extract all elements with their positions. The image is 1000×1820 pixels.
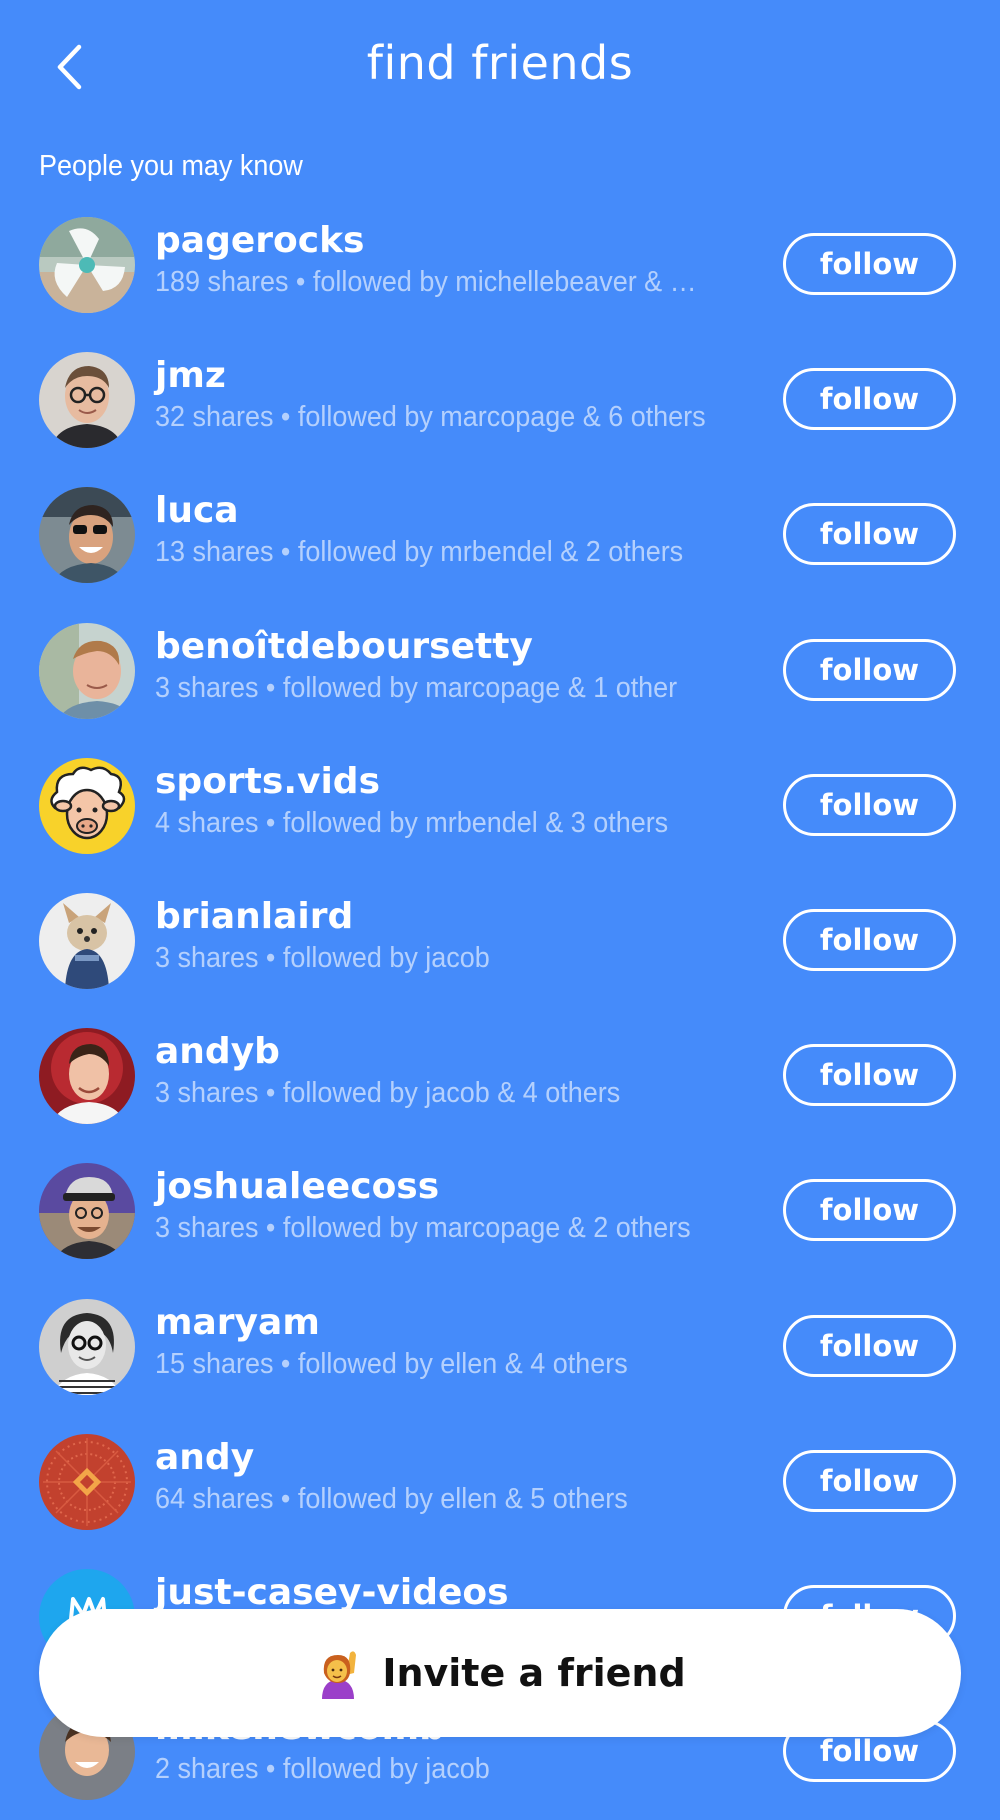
- person-row: pagerocks 189 shares • followed by miche…: [0, 198, 1000, 333]
- follow-button[interactable]: follow: [783, 638, 956, 701]
- user-name[interactable]: jmz: [155, 355, 226, 396]
- follow-button[interactable]: follow: [783, 1314, 956, 1377]
- follow-button[interactable]: follow: [783, 503, 956, 566]
- person-row: andy 64 shares • followed by ellen & 5 o…: [0, 1415, 1000, 1550]
- invite-friend-button[interactable]: Invite a friend: [39, 1609, 961, 1737]
- user-name[interactable]: sports.vids: [155, 761, 380, 802]
- user-name[interactable]: brianlaird: [155, 896, 353, 937]
- user-stats: 3 shares • followed by marcopage & 1 oth…: [155, 671, 678, 704]
- follow-button[interactable]: follow: [783, 368, 956, 431]
- person-row: benoîtdeboursetty 3 shares • followed by…: [0, 604, 1000, 739]
- user-name[interactable]: joshualeecoss: [155, 1166, 439, 1207]
- user-stats: 2 shares • followed by jacob: [155, 1753, 490, 1786]
- user-stats: 64 shares • followed by ellen & 5 others: [155, 1482, 628, 1515]
- user-name[interactable]: andyb: [155, 1031, 280, 1072]
- user-stats: 189 shares • followed by michellebeaver …: [155, 266, 709, 298]
- avatar-andyb[interactable]: [39, 1028, 135, 1125]
- follow-button[interactable]: follow: [783, 908, 956, 971]
- user-name[interactable]: benoîtdeboursetty: [155, 626, 533, 667]
- user-name[interactable]: pagerocks: [155, 220, 364, 261]
- follow-button[interactable]: follow: [783, 773, 956, 836]
- section-label: People you may know: [39, 150, 303, 182]
- person-row: andyb 3 shares • followed by jacob & 4 o…: [0, 1009, 1000, 1144]
- user-name[interactable]: maryam: [155, 1302, 320, 1343]
- user-name[interactable]: andy: [155, 1437, 254, 1478]
- follow-button[interactable]: follow: [783, 1044, 956, 1107]
- avatar-brianlaird[interactable]: [39, 892, 135, 989]
- avatar-andy[interactable]: [39, 1433, 135, 1530]
- person-row: luca 13 shares • followed by mrbendel & …: [0, 468, 1000, 603]
- user-stats: 3 shares • followed by jacob: [155, 941, 490, 974]
- invite-label: Invite a friend: [382, 1651, 686, 1695]
- person-row: maryam 15 shares • followed by ellen & 4…: [0, 1280, 1000, 1415]
- user-stats: 13 shares • followed by mrbendel & 2 oth…: [155, 536, 684, 569]
- avatar-pagerocks[interactable]: [39, 217, 135, 313]
- person-row: brianlaird 3 shares • followed by jacob …: [0, 874, 1000, 1009]
- avatar-luca[interactable]: [39, 487, 135, 584]
- avatar-jmz[interactable]: [39, 352, 135, 449]
- user-stats: 3 shares • followed by marcopage & 2 oth…: [155, 1212, 691, 1245]
- follow-button[interactable]: follow: [783, 1449, 956, 1512]
- user-name[interactable]: luca: [155, 490, 239, 531]
- top-bar: find friends: [0, 0, 1000, 135]
- user-name[interactable]: just-casey-videos: [155, 1572, 509, 1613]
- follow-button[interactable]: follow: [783, 1179, 956, 1242]
- avatar-benoitdeboursetty[interactable]: [39, 622, 135, 719]
- follow-button[interactable]: follow: [783, 233, 956, 295]
- person-raising-hand-emoji: [322, 1651, 357, 1699]
- user-stats: 32 shares • followed by marcopage & 6 ot…: [155, 401, 706, 434]
- suggested-people-list: pagerocks 189 shares • followed by miche…: [0, 198, 1000, 1820]
- page-title: find friends: [366, 36, 634, 90]
- avatar-sports-vids[interactable]: [39, 757, 135, 854]
- person-row: sports.vids 4 shares • followed by mrben…: [0, 739, 1000, 874]
- person-row: joshualeecoss 3 shares • followed by mar…: [0, 1144, 1000, 1279]
- user-stats: 3 shares • followed by jacob & 4 others: [155, 1077, 621, 1110]
- user-stats: 4 shares • followed by mrbendel & 3 othe…: [155, 806, 669, 839]
- avatar-joshualeecoss[interactable]: [39, 1163, 135, 1260]
- avatar-maryam[interactable]: [39, 1298, 135, 1395]
- user-stats: 15 shares • followed by ellen & 4 others: [155, 1347, 628, 1380]
- person-row: jmz 32 shares • followed by marcopage & …: [0, 333, 1000, 468]
